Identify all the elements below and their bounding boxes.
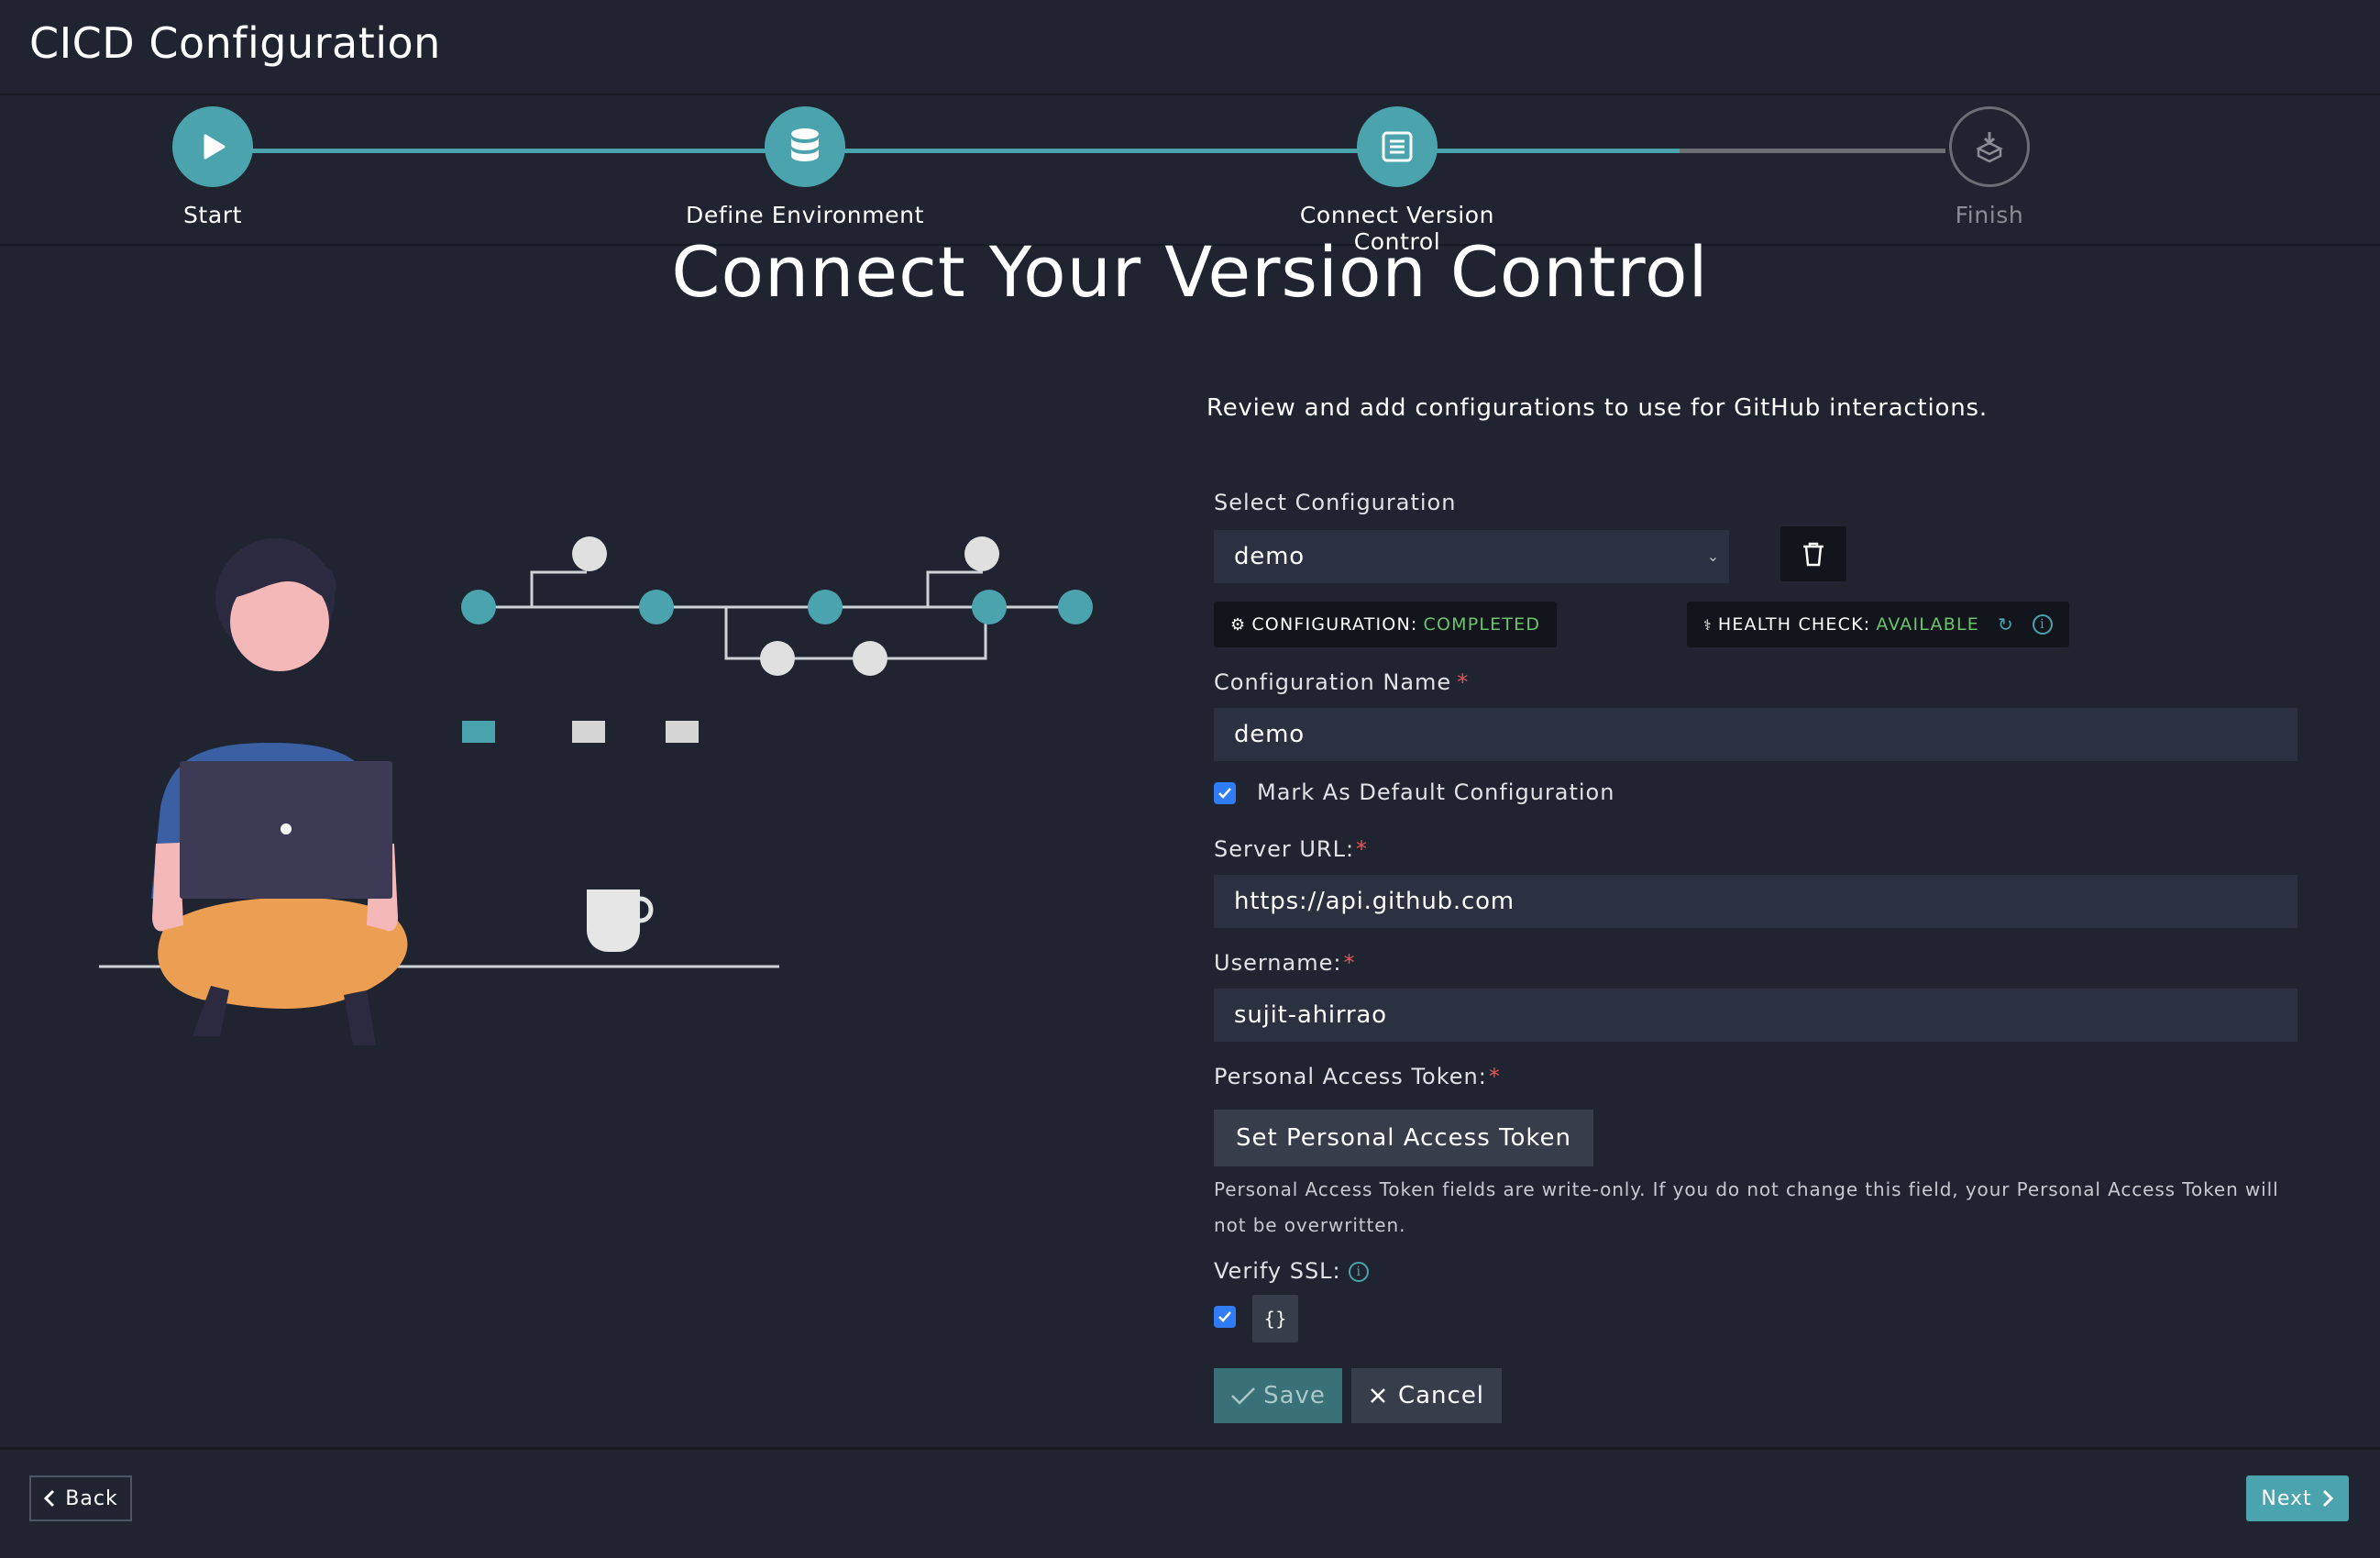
configuration-select-value: demo [1234, 543, 1305, 570]
configuration-name-label-text: Configuration Name [1214, 669, 1452, 695]
health-check-key: HEALTH CHECK: [1717, 614, 1871, 635]
wizard-stepper: Start Define Environment Connect Version… [0, 95, 2380, 255]
page-header: CICD Configuration [0, 0, 2380, 95]
step-label: Finish [1955, 202, 2024, 228]
install-icon [1949, 106, 2030, 187]
personal-access-token-label-text: Personal Access Token: [1214, 1064, 1487, 1089]
select-configuration-label: Select Configuration [1214, 490, 1457, 515]
required-mark: * [1343, 950, 1356, 976]
step-finish[interactable]: Finish [1852, 106, 2127, 228]
username-label-text: Username: [1214, 950, 1342, 976]
checkmark-icon [1218, 1311, 1231, 1322]
health-check-badge: ⚕ HEALTH CHECK: AVAILABLE ↻ i [1687, 602, 2069, 647]
cancel-button-label: Cancel [1397, 1382, 1485, 1409]
required-mark: * [1356, 836, 1369, 862]
token-help-text: Personal Access Token fields are write-o… [1214, 1178, 2279, 1236]
refresh-icon[interactable]: ↻ [1998, 613, 2014, 635]
page-header-title: CICD Configuration [29, 18, 441, 68]
info-icon[interactable]: i [2032, 614, 2053, 635]
health-check-value: AVAILABLE [1876, 614, 1979, 635]
back-button-label: Back [65, 1486, 118, 1510]
step-start[interactable]: Start [75, 106, 350, 228]
configuration-select[interactable]: demo ⌄ [1214, 530, 1729, 583]
delete-configuration-button[interactable] [1780, 526, 1846, 581]
personal-access-token-label: Personal Access Token:* [1214, 1064, 1501, 1089]
trash-icon [1803, 542, 1824, 567]
default-configuration-label: Mark As Default Configuration [1257, 779, 1615, 805]
next-button-label: Next [2261, 1486, 2312, 1510]
list-icon [1357, 106, 1438, 187]
developer-illustration [92, 514, 1109, 1058]
required-mark: * [1457, 669, 1470, 695]
chevron-left-icon [44, 1489, 55, 1508]
gear-icon: ⚙ [1230, 614, 1247, 635]
server-url-label-text: Server URL: [1214, 836, 1355, 862]
server-url-label: Server URL:* [1214, 836, 1368, 862]
verify-ssl-checkbox[interactable] [1214, 1306, 1236, 1328]
back-button[interactable]: Back [29, 1475, 132, 1521]
username-label: Username:* [1214, 950, 1355, 976]
chevron-down-icon: ⌄ [1706, 547, 1720, 565]
wizard-footer: Back Next [0, 1447, 2380, 1558]
configuration-status-value: COMPLETED [1423, 614, 1541, 635]
configuration-status-key: CONFIGURATION: [1251, 614, 1418, 635]
app-window: CICD Configuration Start Define Environm… [0, 0, 2380, 1558]
username-input[interactable]: sujit-ahirrao [1214, 989, 2297, 1042]
close-icon [1371, 1388, 1385, 1403]
set-personal-access-token-button[interactable]: Set Personal Access Token [1214, 1110, 1593, 1166]
next-button[interactable]: Next [2246, 1475, 2349, 1521]
step-label: Start [182, 202, 243, 228]
json-editor-button[interactable]: {} [1252, 1295, 1298, 1343]
configuration-status-badge: ⚙ CONFIGURATION: COMPLETED [1214, 602, 1558, 647]
step-label: Define Environment [686, 202, 924, 228]
form-intro: Review and add configurations to use for… [1207, 394, 1988, 422]
cancel-button[interactable]: Cancel [1351, 1368, 1502, 1423]
save-button-label: Save [1263, 1382, 1326, 1409]
verify-ssl-label: Verify SSL: i [1214, 1258, 1370, 1284]
server-url-input[interactable]: https://api.github.com [1214, 875, 2297, 928]
info-icon[interactable]: i [1349, 1262, 1370, 1282]
default-configuration-checkbox[interactable] [1214, 782, 1236, 804]
stethoscope-icon: ⚕ [1703, 615, 1713, 634]
chevron-right-icon [2322, 1489, 2333, 1508]
configuration-name-label: Configuration Name * [1214, 669, 1469, 695]
required-mark: * [1488, 1064, 1501, 1089]
checkmark-icon [1218, 788, 1231, 799]
database-icon [765, 106, 845, 187]
page-title: Connect Your Version Control [671, 231, 1709, 313]
configuration-name-input[interactable]: demo [1214, 708, 2297, 761]
checkmark-icon [1231, 1387, 1255, 1405]
save-button[interactable]: Save [1214, 1368, 1342, 1423]
step-define-environment[interactable]: Define Environment [667, 106, 942, 228]
verify-ssl-label-text: Verify SSL: [1214, 1258, 1341, 1284]
play-icon [172, 106, 253, 187]
